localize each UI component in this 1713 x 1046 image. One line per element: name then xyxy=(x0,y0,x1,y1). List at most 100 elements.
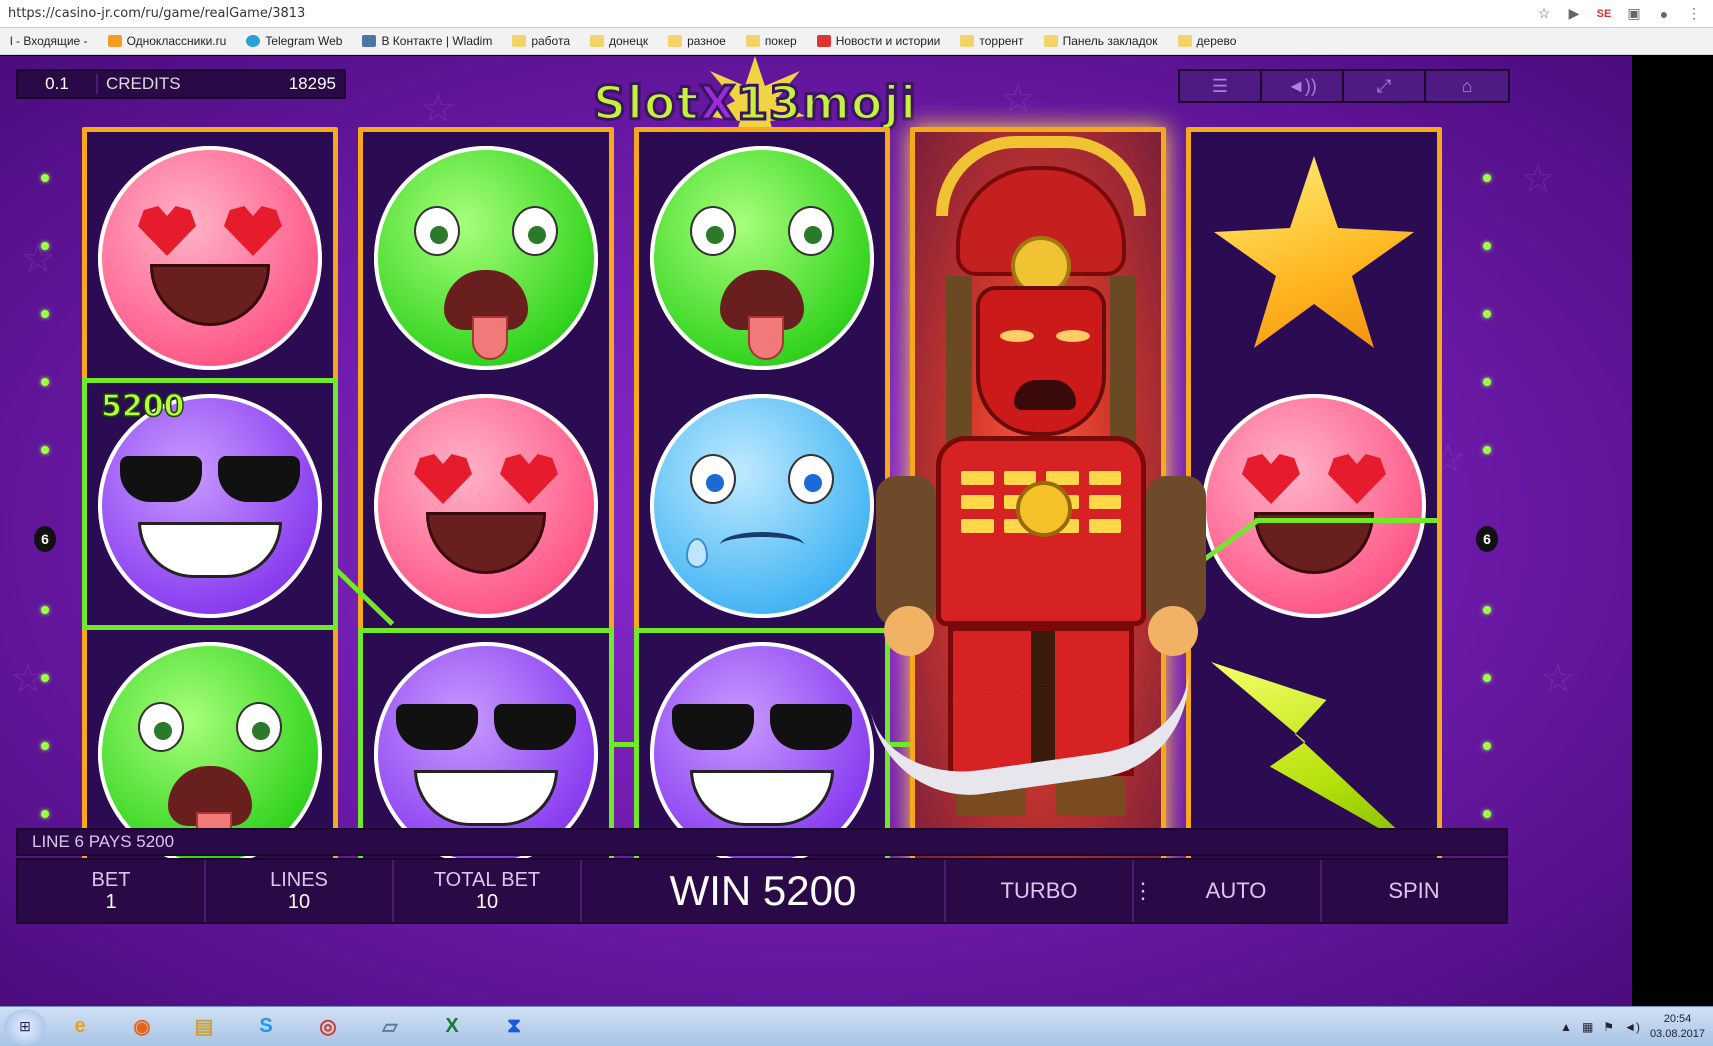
line-indicator xyxy=(41,742,49,750)
fullscreen-icon: ⤢ xyxy=(1376,75,1392,96)
win-amount-label: 5200 xyxy=(100,388,185,425)
line-indicator xyxy=(1483,742,1491,750)
firefox-icon[interactable]: ◉ xyxy=(114,1009,170,1045)
menu-button[interactable]: ☰ xyxy=(1180,71,1262,101)
auto-button[interactable]: AUTO xyxy=(1152,860,1322,922)
bookmark-folder-poker[interactable]: покер xyxy=(736,34,807,48)
system-tray: ▲ ▦ ⚑ ◄) 20:54 03.08.2017 xyxy=(1560,1007,1705,1046)
sound-button[interactable]: ◄)) xyxy=(1262,71,1344,101)
background-star-icon: ☆ xyxy=(1540,657,1576,701)
ie-icon[interactable]: e xyxy=(52,1009,108,1045)
extension-box-icon[interactable]: ▣ xyxy=(1625,5,1643,22)
line-indicator xyxy=(41,378,49,386)
page-margin xyxy=(1632,56,1713,1006)
line-indicator xyxy=(1483,242,1491,250)
line-indicator xyxy=(1483,378,1491,386)
folder-icon xyxy=(668,35,683,47)
profile-icon[interactable]: ● xyxy=(1655,6,1673,22)
line-indicator xyxy=(41,446,49,454)
bet-value: 1 xyxy=(105,891,117,913)
notepad-icon[interactable]: ▱ xyxy=(362,1009,418,1045)
folder-icon xyxy=(512,35,527,47)
bookmark-star-icon[interactable]: ☆ xyxy=(1535,5,1553,22)
bet-control[interactable]: BET 1 xyxy=(18,860,206,922)
hourglass-icon[interactable]: ⧗ xyxy=(486,1009,542,1045)
bookmark-folder-torrent[interactable]: торрент xyxy=(950,34,1033,48)
windows-taskbar: ⊞ e ◉ ▤ S ◎ ▱ X ⧗ ▲ ▦ ⚑ ◄) 20:54 03.08.2… xyxy=(0,1006,1713,1046)
heart-eye-icon xyxy=(1242,454,1300,504)
credits-label: CREDITS xyxy=(106,74,181,93)
clock-time: 20:54 xyxy=(1663,1013,1692,1025)
fullscreen-button[interactable]: ⤢ xyxy=(1344,71,1426,101)
tray-network-icon[interactable]: ▦ xyxy=(1582,1020,1593,1034)
skype-icon[interactable]: S xyxy=(238,1009,294,1045)
auto-options-icon[interactable]: ⋮ xyxy=(1132,860,1154,922)
extension-play-icon[interactable]: ▶ xyxy=(1565,5,1583,22)
folder-icon xyxy=(1177,35,1192,47)
ok-icon xyxy=(107,35,122,47)
chrome-icon[interactable]: ◎ xyxy=(300,1009,356,1045)
line-indicator xyxy=(1483,606,1491,614)
excel-icon[interactable]: X xyxy=(424,1009,480,1045)
folder-icon xyxy=(745,35,760,47)
payline-segment xyxy=(1255,518,1437,523)
bookmark-folder-tree[interactable]: дерево xyxy=(1168,34,1247,48)
sad-emoji-symbol xyxy=(650,394,874,618)
credits-panel: 0.1 CREDITS 18295 xyxy=(16,69,346,99)
winning-symbol-frame: 5200 xyxy=(82,378,338,630)
system-clock[interactable]: 20:54 03.08.2017 xyxy=(1650,1012,1705,1042)
tray-flag-icon[interactable]: ⚑ xyxy=(1603,1020,1614,1034)
bookmark-ok[interactable]: Одноклассники.ru xyxy=(98,34,237,48)
line-indicator xyxy=(41,810,49,818)
denomination-value[interactable]: 0.1 xyxy=(18,74,98,94)
bookmark-inbox[interactable]: l - Входящие - xyxy=(0,34,98,48)
address-bar[interactable]: https://casino-jr.com/ru/game/realGame/3… xyxy=(0,0,1713,28)
total-bet-display: TOTAL BET 10 xyxy=(394,860,582,922)
logo-text: SlotX13moji xyxy=(591,75,918,132)
percent-icon xyxy=(816,35,831,47)
bookmark-folder-work[interactable]: работа xyxy=(502,34,580,48)
background-star-icon: ☆ xyxy=(1000,77,1036,121)
top-button-group: ☰ ◄)) ⤢ ⌂ xyxy=(1178,69,1510,103)
background-star-icon: ☆ xyxy=(420,87,456,131)
control-bar: BET 1 LINES 10 TOTAL BET 10 WIN 5200 TUR… xyxy=(16,858,1508,924)
bookmark-folder-donetsk[interactable]: донецк xyxy=(580,34,658,48)
star-symbol-icon xyxy=(1214,156,1414,348)
extension-se-icon[interactable]: SE xyxy=(1595,8,1613,20)
telegram-icon xyxy=(246,35,261,47)
payline-segment xyxy=(612,742,634,747)
total-bet-value: 10 xyxy=(475,891,499,913)
browser-menu-icon[interactable]: ⋮ xyxy=(1685,5,1703,22)
line-indicator xyxy=(41,674,49,682)
total-bet-label: TOTAL BET xyxy=(433,869,541,891)
katana-sword xyxy=(870,664,1202,808)
url-field[interactable]: https://casino-jr.com/ru/game/realGame/3… xyxy=(0,6,1535,21)
background-star-icon: ☆ xyxy=(1520,157,1556,201)
samurai-wild-symbol xyxy=(866,126,1206,826)
bookmark-telegram[interactable]: Telegram Web xyxy=(236,34,352,48)
bookmark-folder-bar[interactable]: Панель закладок xyxy=(1034,34,1168,48)
bookmark-vk[interactable]: В Контакте | Wladim xyxy=(352,34,502,48)
line-number-badge: 6 xyxy=(34,526,56,552)
tray-volume-icon[interactable]: ◄) xyxy=(1624,1020,1640,1034)
lines-control[interactable]: LINES 10 xyxy=(206,860,394,922)
home-button[interactable]: ⌂ xyxy=(1426,71,1508,101)
spin-button[interactable]: SPIN xyxy=(1322,860,1506,922)
background-star-icon: ☆ xyxy=(20,237,56,281)
bookmark-news[interactable]: Новости и истории xyxy=(807,34,951,48)
lines-value: 10 xyxy=(287,891,311,913)
love-emoji-symbol xyxy=(1202,394,1426,618)
line-indicator xyxy=(41,174,49,182)
samurai-armor xyxy=(936,436,1146,626)
folder-icon xyxy=(590,35,604,47)
lines-label: LINES xyxy=(270,869,328,891)
line-indicator xyxy=(41,242,49,250)
turbo-button[interactable]: TURBO xyxy=(946,860,1134,922)
love-emoji-symbol xyxy=(374,394,598,618)
bookmark-folder-misc[interactable]: разное xyxy=(658,34,736,48)
tray-expand-icon[interactable]: ▲ xyxy=(1560,1020,1572,1034)
explorer-icon[interactable]: ▤ xyxy=(176,1009,232,1045)
sick-emoji-symbol xyxy=(374,146,598,370)
start-button[interactable]: ⊞ xyxy=(4,1008,46,1045)
heart-eye-icon xyxy=(138,206,196,256)
